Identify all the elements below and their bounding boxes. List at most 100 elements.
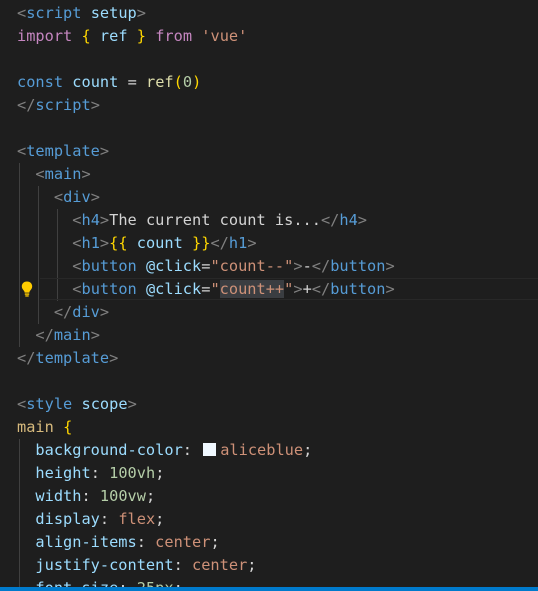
token-punct: > — [127, 395, 137, 413]
token-punct: : — [136, 533, 146, 551]
code-line-12[interactable]: <button @click="count--">-</button> — [17, 255, 394, 278]
token-brace: { — [63, 418, 73, 436]
token-property: width — [35, 487, 82, 505]
token-value: 100vw — [99, 487, 146, 505]
code-editor[interactable]: <script setup> import { ref } from 'vue'… — [0, 0, 538, 591]
code-line-21[interactable]: height: 100vh; — [17, 462, 164, 485]
token-keyword: import — [17, 27, 73, 45]
code-line-16[interactable]: </template> — [17, 347, 118, 370]
code-line-24[interactable]: align-items: center; — [17, 531, 220, 554]
token-value: center — [155, 533, 211, 551]
token-punct: > — [90, 188, 100, 206]
token-property: display — [35, 510, 100, 528]
code-line-11[interactable]: <h1>{{ count }}</h1> — [17, 232, 256, 255]
token-var: ref — [99, 27, 128, 45]
token-punct: > — [136, 4, 146, 22]
token-tag: button — [81, 280, 137, 298]
token-punct: > — [385, 280, 395, 298]
token-attr: @click — [145, 280, 202, 298]
token-punct: > — [90, 326, 100, 344]
token-var: count — [72, 73, 119, 91]
token-punct: > — [357, 211, 368, 229]
code-line-7[interactable]: <template> — [17, 140, 109, 163]
code-line-15[interactable]: </main> — [17, 324, 100, 347]
status-bar-edge — [0, 587, 538, 591]
token-var: count — [136, 234, 183, 252]
token-value: center — [192, 556, 248, 574]
token-value: flex — [118, 510, 156, 528]
token-punct: ; — [210, 533, 220, 551]
token-attr: scope — [81, 395, 128, 413]
code-line-8[interactable]: <main> — [17, 163, 91, 186]
token-punct: </ — [17, 349, 36, 367]
token-property: align-items — [35, 533, 137, 551]
token-tag: h1 — [81, 234, 100, 252]
token-punct: < — [17, 4, 27, 22]
token-attr: @click — [145, 257, 202, 275]
token-punct: </ — [311, 257, 331, 275]
token-brace: }} — [192, 234, 211, 252]
token-selector: main — [17, 418, 54, 436]
token-punct: </ — [210, 234, 229, 252]
code-line-14[interactable]: </div> — [17, 301, 109, 324]
token-brace: { — [81, 27, 91, 45]
code-line-1[interactable]: <script setup> — [17, 2, 146, 25]
token-punct: : — [173, 556, 183, 574]
token-punct: < — [17, 395, 27, 413]
token-punct: </ — [53, 303, 73, 321]
token-string-selected: count++ — [219, 280, 285, 298]
color-swatch-icon[interactable] — [203, 443, 217, 456]
token-punct: > — [99, 211, 110, 229]
token-punct: : — [182, 441, 192, 459]
token-punct: > — [109, 349, 119, 367]
code-line-22[interactable]: width: 100vw; — [17, 485, 155, 508]
token-punct: ; — [247, 556, 257, 574]
code-line-18[interactable]: <style scope> — [17, 393, 137, 416]
token-punct: < — [35, 165, 45, 183]
code-line-4[interactable]: const count = ref(0) — [17, 71, 201, 94]
code-line-20[interactable]: background-color: aliceblue; — [17, 439, 312, 462]
token-tag: main — [44, 165, 82, 183]
token-property: height — [35, 464, 91, 482]
token-tag: template — [35, 349, 110, 367]
code-line-2[interactable]: import { ref } from 'vue' — [17, 25, 247, 48]
token-punct: > — [90, 96, 100, 114]
code-line-25[interactable]: justify-content: center; — [17, 554, 257, 577]
code-line-5[interactable]: </script> — [17, 94, 100, 117]
token-punct: ; — [303, 441, 313, 459]
token-string: " — [284, 280, 294, 298]
token-punct: > — [99, 303, 110, 321]
token-brace: {{ — [109, 234, 128, 252]
code-line-23[interactable]: display: flex; — [17, 508, 164, 531]
token-keyword: const — [17, 73, 64, 91]
token-attr: setup — [90, 4, 137, 22]
token-text: - — [302, 257, 312, 275]
code-line-13[interactable]: <button @click="count++">+</button> — [17, 278, 395, 301]
token-tag: template — [26, 142, 100, 160]
token-punct: : — [81, 487, 91, 505]
token-property: background-color — [35, 441, 183, 459]
token-punct: ; — [145, 487, 156, 505]
code-line-9[interactable]: <div> — [17, 186, 100, 209]
token-punct: </ — [320, 211, 340, 229]
token-punct: : — [90, 464, 100, 482]
token-punct: > — [293, 257, 303, 275]
token-string: 'vue' — [201, 27, 248, 45]
token-punct: </ — [17, 96, 36, 114]
token-punct: ; — [155, 510, 165, 528]
token-string: "count--" — [210, 257, 294, 275]
token-punct: ; — [155, 464, 165, 482]
token-value: aliceblue — [220, 441, 304, 459]
token-paren: ) — [192, 73, 202, 91]
token-tag: h1 — [228, 234, 248, 252]
token-text: The current count is... — [109, 211, 321, 229]
token-text: + — [302, 280, 312, 298]
token-property: justify-content — [35, 556, 174, 574]
token-punct: > — [99, 142, 110, 160]
token-punct: > — [81, 165, 91, 183]
code-line-19[interactable]: main { — [17, 416, 72, 439]
token-tag: div — [72, 303, 100, 321]
token-punct: < — [17, 142, 27, 160]
code-line-10[interactable]: <h4>The current count is...</h4> — [17, 209, 367, 232]
